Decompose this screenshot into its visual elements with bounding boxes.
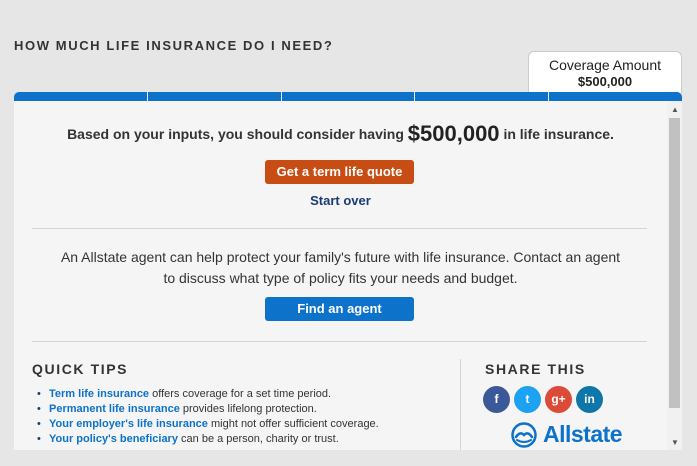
progress-step: [549, 92, 682, 101]
progress-step: [281, 92, 416, 101]
allstate-logo: Allstate: [509, 421, 623, 448]
start-over-link[interactable]: Start over: [14, 193, 667, 208]
result-amount: $500,000: [407, 121, 500, 146]
list-item: Term life insurance offers coverage for …: [36, 387, 379, 402]
get-term-quote-button[interactable]: Get a term life quote: [265, 160, 414, 184]
agent-description: An Allstate agent can help protect your …: [60, 249, 621, 286]
twitter-icon[interactable]: t: [514, 386, 541, 413]
list-item: Your policy's beneficiary can be a perso…: [36, 432, 379, 447]
tip-link-permanent-life[interactable]: Permanent life insurance: [49, 403, 180, 415]
scroll-down-icon[interactable]: ▼: [671, 438, 679, 447]
progress-step: [14, 92, 148, 101]
google-plus-icon[interactable]: g+: [545, 386, 572, 413]
coverage-amount-box: Coverage Amount $500,000: [528, 51, 682, 93]
list-item: Permanent life insurance provides lifelo…: [36, 402, 379, 417]
progress-bar: [14, 92, 682, 101]
list-item: Your employer's life insurance might not…: [36, 417, 379, 432]
tip-link-term-life[interactable]: Term life insurance: [49, 388, 149, 400]
progress-step: [415, 92, 550, 101]
result-suffix: in life insurance.: [503, 126, 614, 142]
social-share-icons: f t g+ in: [483, 386, 603, 413]
share-this-title: SHARE THIS: [485, 361, 586, 377]
section-divider: [32, 228, 647, 229]
good-hands-icon: [511, 421, 537, 448]
facebook-icon[interactable]: f: [483, 386, 510, 413]
tip-text: might not offer sufficient coverage.: [210, 418, 379, 430]
result-summary: Based on your inputs, you should conside…: [14, 121, 667, 147]
find-agent-button[interactable]: Find an agent: [265, 297, 414, 321]
tip-link-employer-life[interactable]: Your employer's life insurance: [49, 418, 208, 430]
page-title: HOW MUCH LIFE INSURANCE DO I NEED?: [14, 38, 334, 53]
tip-text: can be a person, charity or trust.: [181, 433, 339, 445]
section-divider: [32, 341, 647, 342]
result-prefix: Based on your inputs, you should conside…: [67, 126, 404, 142]
scroll-up-icon[interactable]: ▲: [671, 105, 679, 114]
progress-step: [147, 92, 282, 101]
coverage-amount-value: $500,000: [577, 74, 633, 89]
tip-link-beneficiary[interactable]: Your policy's beneficiary: [49, 433, 178, 445]
quick-tips-title: QUICK TIPS: [32, 361, 129, 377]
results-panel: Based on your inputs, you should conside…: [14, 101, 682, 450]
scrollbar-thumb[interactable]: [669, 118, 680, 408]
vertical-divider: [460, 359, 461, 450]
tip-text: provides lifelong protection.: [182, 403, 317, 415]
quick-tips-list: Term life insurance offers coverage for …: [36, 387, 379, 447]
scrollbar[interactable]: ▲ ▼: [667, 101, 682, 450]
logo-text: Allstate: [543, 421, 623, 447]
tip-text: offers coverage for a set time period.: [152, 388, 332, 400]
coverage-amount-label: Coverage Amount: [548, 57, 662, 73]
linkedin-icon[interactable]: in: [576, 386, 603, 413]
